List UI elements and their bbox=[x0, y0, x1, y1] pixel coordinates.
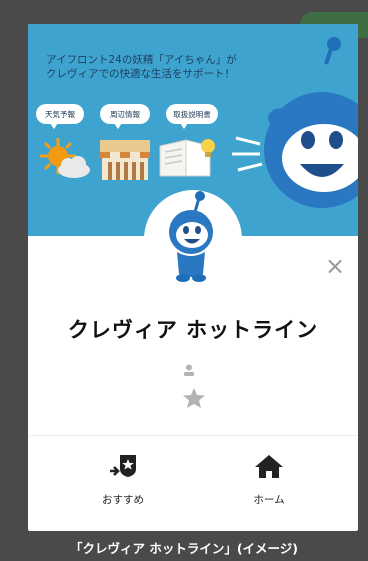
shop-icon bbox=[100, 140, 150, 180]
weather-bubble: 天気予報 bbox=[36, 104, 84, 129]
close-button[interactable]: × bbox=[324, 252, 346, 280]
recommend-icon bbox=[110, 455, 136, 477]
mascot-illustration bbox=[232, 37, 358, 208]
manual-book-icon bbox=[159, 139, 215, 177]
manual-bubble: 取扱説明書 bbox=[166, 104, 218, 129]
recommend-button[interactable]: おすすめ bbox=[68, 453, 178, 513]
profile-card: アイフロント24の妖精「アイちゃん」が クレヴィアでの快適な生活をサポート！ 天… bbox=[28, 24, 358, 531]
weather-icon bbox=[40, 138, 90, 178]
home-label: ホーム bbox=[253, 494, 285, 506]
recommend-label: おすすめ bbox=[102, 494, 144, 506]
area-info-bubble: 周辺情報 bbox=[100, 104, 150, 129]
divider bbox=[28, 435, 358, 436]
person-icon bbox=[184, 364, 194, 376]
mascot-icon bbox=[169, 191, 213, 282]
profile-name: クレヴィア ホットライン bbox=[67, 318, 319, 342]
home-icon bbox=[255, 455, 283, 478]
close-icon: × bbox=[324, 252, 346, 280]
star-icon[interactable] bbox=[182, 387, 206, 409]
home-button[interactable]: ホーム bbox=[214, 453, 324, 513]
image-caption: 「クレヴィア ホットライン」(イメージ) bbox=[69, 541, 299, 556]
